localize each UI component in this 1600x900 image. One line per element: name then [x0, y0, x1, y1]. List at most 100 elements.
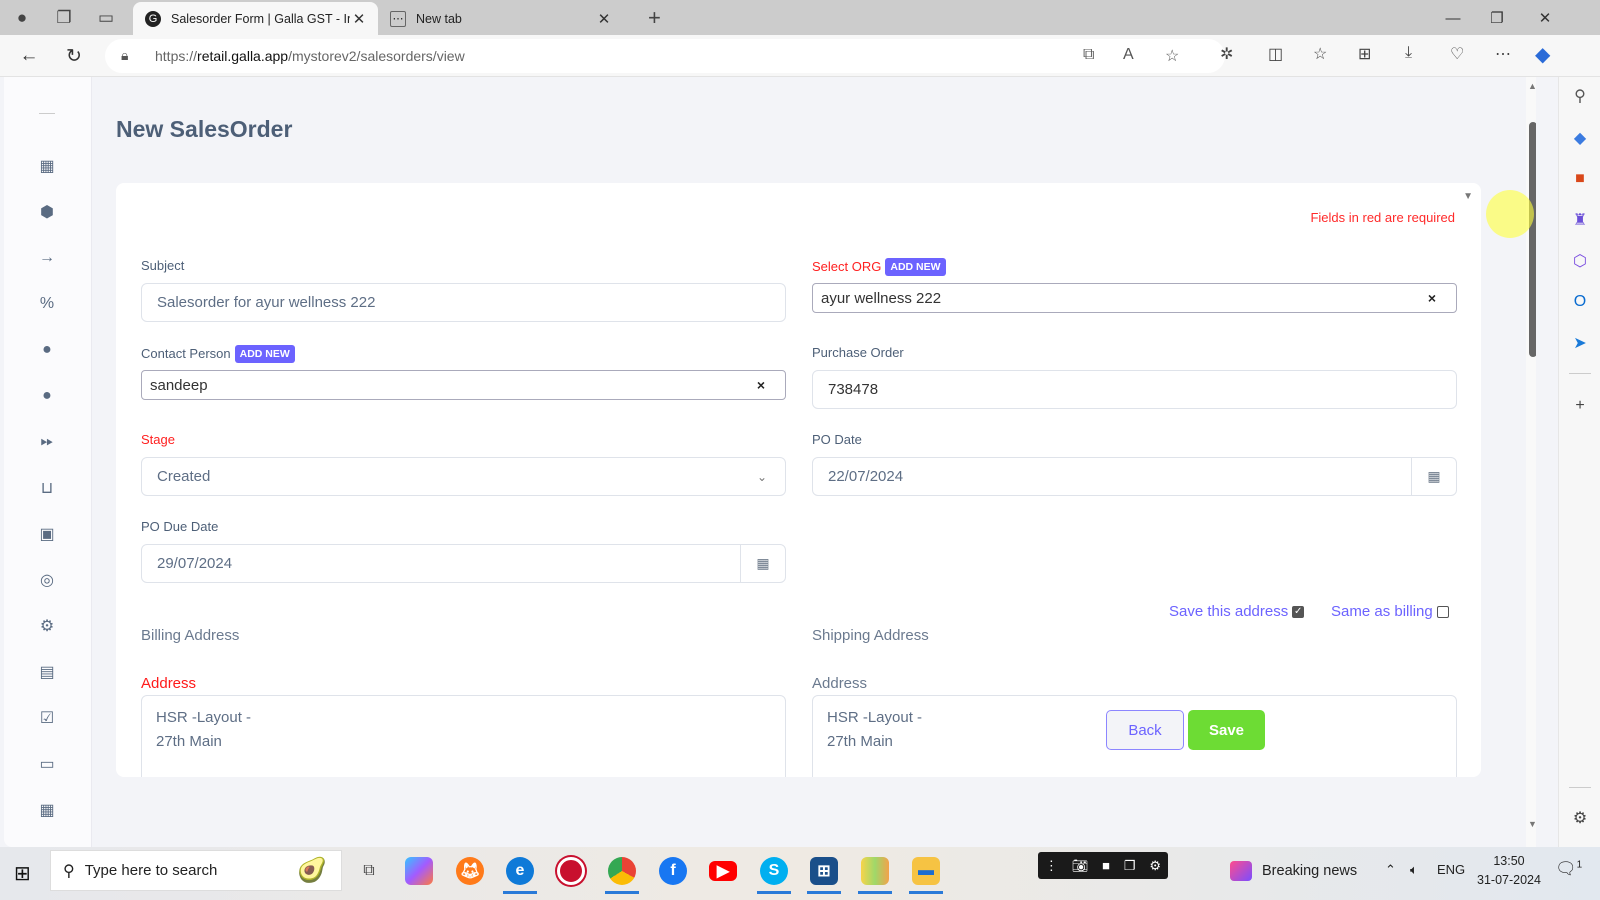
collapse-caret-icon[interactable]: ▼	[1463, 191, 1473, 202]
workspaces-icon[interactable]: ❐	[52, 6, 76, 30]
scrollbar-thumb[interactable]	[1529, 122, 1536, 357]
search-icon[interactable]: ⚲	[1569, 85, 1591, 107]
minimize-icon[interactable]: —	[1438, 6, 1468, 30]
profile-icon[interactable]: ●	[10, 6, 34, 30]
purchase-order-input[interactable]: 738478	[812, 370, 1457, 409]
window-capture-icon[interactable]: ❐	[1124, 858, 1136, 874]
restore-icon[interactable]: ❐	[1482, 6, 1512, 30]
favorite-star-icon[interactable]: ☆	[1165, 46, 1179, 66]
same-as-billing-checkbox[interactable]: Same as billing	[1331, 603, 1449, 620]
fast-forward-icon[interactable]: ⏩︎	[38, 433, 56, 451]
read-aloud-icon[interactable]: A	[1123, 46, 1134, 64]
chrome-icon[interactable]	[605, 857, 639, 894]
facebook-icon[interactable]: f	[659, 857, 687, 885]
stage-select[interactable]: Created ⌄	[141, 457, 786, 496]
arrow-right-icon[interactable]: →	[38, 249, 56, 267]
youtube-icon[interactable]: ▶	[709, 861, 737, 881]
open-in-app-icon[interactable]: ⧉	[1083, 46, 1094, 64]
back-button[interactable]: Back	[1106, 710, 1184, 750]
back-arrow-icon[interactable]: ←	[16, 43, 42, 69]
user-circle-icon[interactable]: ●	[38, 387, 56, 405]
language-indicator[interactable]: ENG	[1437, 862, 1465, 877]
split-screen-icon[interactable]: ◫	[1268, 44, 1283, 64]
tab-new-tab[interactable]: ⋯ New tab ✕	[378, 2, 623, 35]
vertical-tabs-icon[interactable]: ▭	[94, 6, 118, 30]
location-pin-icon[interactable]: ◎	[38, 571, 56, 589]
camera-icon[interactable]: 📷︎	[1072, 858, 1089, 874]
copilot-app-icon[interactable]	[405, 857, 433, 885]
close-tab-icon[interactable]: ✕	[350, 10, 368, 28]
clear-contact-icon[interactable]: ×	[757, 377, 765, 393]
edge-icon[interactable]: e	[503, 857, 537, 894]
po-due-date-input[interactable]: 29/07/2024 ▦	[141, 544, 786, 583]
task-view-icon[interactable]: ⧉	[355, 857, 383, 885]
checkbox-checked-icon[interactable]: ✓	[1292, 605, 1305, 618]
tools-briefcase-icon[interactable]: ■	[1569, 168, 1591, 190]
news-widget[interactable]: Breaking news	[1230, 861, 1357, 881]
address-bar[interactable]: 🔒︎ https://retail.galla.app/mystorev2/sa…	[105, 39, 1225, 73]
report-file-icon[interactable]: ▤	[38, 663, 56, 681]
save-address-checkbox[interactable]: Save this address ✓	[1169, 603, 1305, 620]
downloads-icon[interactable]: ⤓	[1405, 44, 1412, 62]
cash-icon[interactable]: ▭	[38, 755, 56, 773]
calendar-icon[interactable]: ▦	[1411, 458, 1456, 495]
po-date-input[interactable]: 22/07/2024 ▦	[812, 457, 1457, 496]
outlook-icon[interactable]: O	[1569, 291, 1591, 313]
recorder-icon[interactable]	[557, 857, 585, 885]
show-hidden-icons-chevron[interactable]: ⌃	[1385, 862, 1396, 878]
add-new-org-button[interactable]: ADD NEW	[885, 258, 946, 276]
settings-gear-icon[interactable]: ⚙	[1569, 807, 1591, 829]
send-plane-icon[interactable]: ➤	[1569, 332, 1591, 354]
microsoft365-icon[interactable]: ⬡	[1569, 250, 1591, 272]
settings-gear-icon[interactable]: ⚙	[38, 617, 56, 635]
browser-essentials-icon[interactable]: ♡	[1450, 44, 1464, 64]
add-new-contact-button[interactable]: ADD NEW	[234, 345, 295, 363]
contact-person-dropdown[interactable]: sandeep ×	[141, 370, 786, 400]
subject-input[interactable]: Salesorder for ayur wellness 222	[141, 283, 786, 322]
tab-salesorder[interactable]: G Salesorder Form | Galla GST - Inv ✕	[133, 2, 378, 35]
calendar-icon[interactable]: ▦	[38, 801, 56, 819]
scroll-up-icon[interactable]: ▲	[1528, 81, 1536, 91]
new-tab-button[interactable]: +	[648, 5, 661, 31]
games-chess-icon[interactable]: ♜	[1569, 209, 1591, 231]
notifications-icon[interactable]: 🗨︎1	[1555, 859, 1582, 879]
save-button[interactable]: Save	[1188, 710, 1265, 750]
basket-icon[interactable]: ⊔	[38, 479, 56, 497]
capture-menu-icon[interactable]: ⋮	[1045, 858, 1058, 874]
windows-start-icon[interactable]: ⊞	[14, 861, 31, 886]
select-org-dropdown[interactable]: ayur wellness 222 ×	[812, 283, 1457, 313]
add-icon[interactable]: +	[1569, 395, 1591, 417]
checkbox-unchecked-icon[interactable]	[1436, 605, 1449, 618]
contacts-book-icon[interactable]: ▣	[38, 525, 56, 543]
taskbar-search[interactable]: ⚲ Type here to search 🥑	[50, 850, 342, 891]
scroll-down-icon[interactable]: ▼	[1528, 819, 1536, 829]
file-explorer-icon[interactable]: ▬	[909, 857, 943, 894]
copilot-icon[interactable]: ◆	[1535, 42, 1550, 67]
system-clock[interactable]: 13:50 31-07-2024	[1477, 852, 1541, 890]
capture-settings-icon[interactable]: ⚙	[1149, 858, 1161, 874]
more-menu-icon[interactable]: ⋯	[1495, 44, 1511, 64]
shopping-tag-icon[interactable]: ◆	[1569, 127, 1591, 149]
favorites-icon[interactable]: ☆	[1313, 44, 1327, 64]
skype-icon[interactable]: S	[757, 857, 791, 894]
menu-toggle-icon[interactable]	[39, 113, 55, 114]
refresh-icon[interactable]: ↻	[61, 43, 87, 69]
calendar-icon[interactable]: ▦	[740, 545, 785, 582]
page-scrollbar[interactable]: ▲ ▼	[1526, 77, 1536, 847]
maps-app-icon[interactable]	[858, 857, 892, 894]
tasks-checkbox-icon[interactable]: ☑	[38, 709, 56, 727]
url-text[interactable]: https://retail.galla.app/mystorev2/sales…	[155, 48, 465, 64]
video-record-icon[interactable]: ■	[1102, 858, 1110, 873]
close-window-icon[interactable]: ✕	[1530, 6, 1560, 30]
close-tab-icon[interactable]: ✕	[595, 10, 613, 28]
firefox-icon[interactable]: 🦊︎	[456, 857, 484, 885]
discount-ticket-icon[interactable]: %	[38, 295, 56, 313]
dashboard-icon[interactable]: ▦	[38, 157, 56, 175]
volume-icon[interactable]: 🔈︎	[1410, 862, 1418, 878]
extensions-icon[interactable]: ✲	[1220, 44, 1233, 64]
products-box-icon[interactable]: ⬢	[38, 203, 56, 221]
collections-icon[interactable]: ⊞	[1358, 44, 1371, 64]
user-circle-icon[interactable]: ●	[38, 341, 56, 359]
clear-org-icon[interactable]: ×	[1428, 290, 1436, 306]
microsoft-store-icon[interactable]: ⊞	[807, 857, 841, 894]
